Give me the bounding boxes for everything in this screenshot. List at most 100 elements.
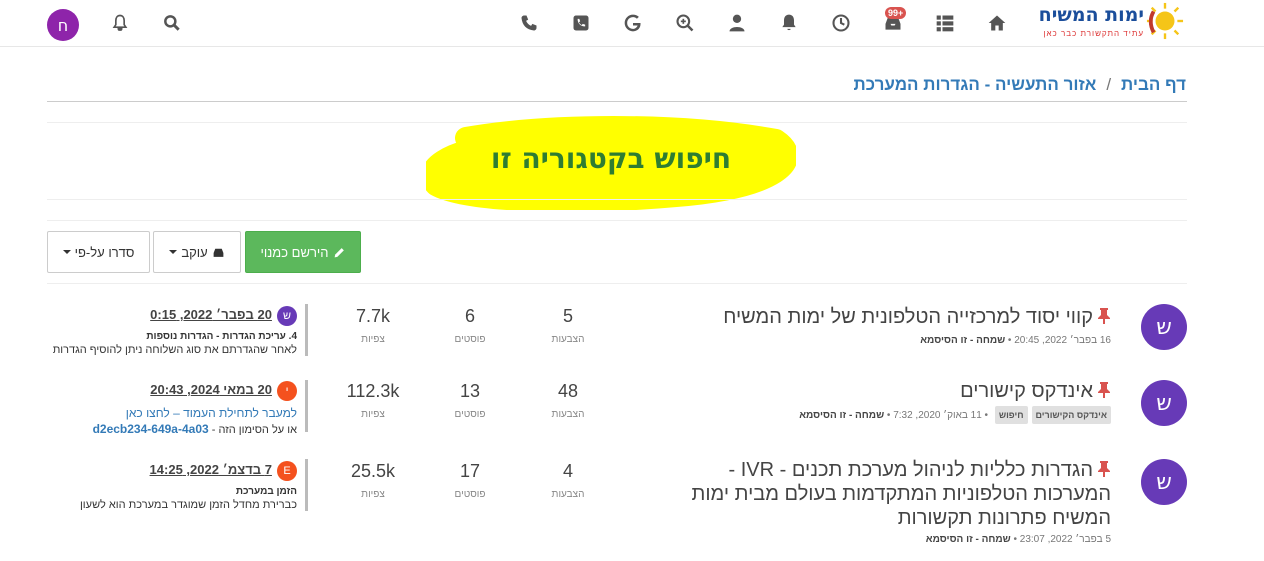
clock-icon[interactable]: [829, 11, 853, 35]
topic-title[interactable]: קווי יסוד למרכזייה הטלפונית של ימות המשי…: [723, 306, 1111, 329]
posts-stat: 17 פוסטים: [430, 461, 510, 500]
topic-meta: 16 בפבר׳ 2022, 20:45 • שמחה - זו הסיסמא: [920, 335, 1111, 346]
logo-title: ימות המשיח: [1038, 4, 1144, 26]
divider: [47, 101, 1187, 102]
votes-label: הצבעות: [551, 489, 585, 500]
topic-author-avatar[interactable]: ש: [1141, 304, 1187, 350]
topic-author[interactable]: שמחה - זו הסיסמא: [926, 534, 1011, 545]
topic-author-avatar[interactable]: ש: [1141, 459, 1187, 505]
search-in-category-heading[interactable]: חיפוש בקטגוריה זו: [426, 142, 796, 175]
caret-down-icon: [169, 250, 178, 254]
user-icon[interactable]: [725, 11, 749, 35]
views-count: 25.5k: [350, 461, 396, 481]
last-post-line[interactable]: 4. עריכת הגדרות - הגדרות נוספות: [47, 331, 297, 342]
votes-label: הצבעות: [551, 334, 585, 345]
phone-square-icon[interactable]: [569, 11, 593, 35]
topic-date: 16 בפבר׳ 2022, 20:45: [1014, 335, 1111, 346]
posts-label: פוסטים: [454, 489, 486, 500]
posts-count: 6: [464, 306, 475, 326]
topic-date: 11 באוק׳ 2020, 7:32: [893, 410, 982, 421]
watch-button-label: עוקב: [181, 244, 208, 260]
stats-divider: [305, 459, 308, 511]
google-icon[interactable]: [621, 11, 645, 35]
posts-count: 13: [459, 381, 481, 401]
views-count: 112.3k: [346, 381, 400, 401]
last-poster-avatar[interactable]: ש: [277, 306, 297, 326]
last-post-time-link[interactable]: 20 בפבר׳ 2022, 0:15: [150, 307, 272, 322]
posts-label: פוסטים: [454, 409, 486, 420]
breadcrumb-separator: /: [1106, 75, 1112, 94]
bell-icon[interactable]: [777, 11, 801, 35]
last-post-teaser: ש 20 בפבר׳ 2022, 0:15 4. עריכת הגדרות - …: [47, 306, 297, 356]
views-label: צפיות: [361, 489, 385, 500]
anchor-link[interactable]: d2ecb234-649a-4a03: [93, 422, 209, 436]
topic-author[interactable]: שמחה - זו הסיסמא: [799, 410, 884, 421]
inbox-icon[interactable]: 99+: [881, 7, 907, 35]
zoom-in-icon[interactable]: [673, 11, 697, 35]
last-post-time-link[interactable]: 7 בדצמ׳ 2022, 14:25: [150, 462, 272, 477]
votes-count: 4: [562, 461, 573, 481]
user-avatar[interactable]: ח: [47, 9, 79, 41]
sort-button-label: סדרו על-פי: [74, 244, 135, 260]
views-label: צפיות: [361, 334, 385, 345]
topic-date: 5 בפבר׳ 2022, 23:07: [1019, 534, 1111, 545]
tag-badge[interactable]: אינדקס הקישורים: [1031, 406, 1111, 424]
pin-icon: [1098, 382, 1110, 398]
top-navbar: ימות המשיח עתיד התקשורת כבר כאן 99+ ח: [0, 0, 1264, 47]
topic-author-avatar[interactable]: ש: [1141, 380, 1187, 426]
views-stat: 25.5k צפיות: [333, 461, 413, 500]
home-icon[interactable]: [985, 11, 1009, 35]
last-post-teaser: E 7 בדצמ׳ 2022, 14:25 הזמן במערכת כברירת…: [47, 461, 297, 511]
last-post-link[interactable]: למעבר לתחילת העמוד – לחצו כאן: [47, 406, 297, 420]
inbox-icon: [213, 248, 224, 257]
views-count: 7.7k: [355, 306, 391, 326]
divider: [47, 199, 1187, 200]
posts-count: 17: [459, 461, 481, 481]
topic-title[interactable]: הגדרות כלליות לניהול מערכת תכנים - IVR -…: [691, 458, 1111, 530]
phone-icon[interactable]: [517, 11, 541, 35]
views-label: צפיות: [361, 409, 385, 420]
votes-stat: 5 הצבעות: [528, 306, 608, 345]
breadcrumb-current[interactable]: אזור התעשיה - הגדרות המערכת: [853, 75, 1096, 94]
topic-meta: אינדקס הקישוריםחיפוש • 11 באוק׳ 2020, 7:…: [799, 406, 1111, 424]
votes-count: 5: [562, 306, 573, 326]
pencil-icon: [334, 247, 344, 257]
views-stat: 7.7k צפיות: [333, 306, 413, 345]
breadcrumb-home-link[interactable]: דף הבית: [1121, 75, 1186, 94]
stats-divider: [305, 304, 308, 356]
topic-author[interactable]: שמחה - זו הסיסמא: [920, 335, 1005, 346]
sun-phone-logo-icon: [1146, 2, 1184, 40]
last-poster-avatar[interactable]: E: [277, 461, 297, 481]
search-icon[interactable]: [160, 11, 184, 35]
divider: [47, 220, 1187, 221]
tag-badge[interactable]: חיפוש: [994, 406, 1028, 424]
last-post-line[interactable]: הזמן במערכת: [47, 486, 297, 497]
stats-divider: [305, 380, 308, 432]
watch-dropdown-button[interactable]: עוקב: [153, 231, 241, 273]
last-post-time-link[interactable]: 20 במאי 2024, 20:43: [150, 382, 272, 397]
pin-icon: [1098, 461, 1110, 477]
sort-dropdown-button[interactable]: סדרו על-פי: [47, 231, 150, 273]
list-icon[interactable]: [933, 11, 957, 35]
votes-label: הצבעות: [551, 409, 585, 420]
last-poster-avatar[interactable]: י: [277, 381, 297, 401]
last-post-excerpt: לאחר שהגדרתם את סוג השלוחה ניתן להוסיף ה…: [52, 344, 297, 356]
topic-title[interactable]: אינדקס קישורים: [960, 380, 1111, 403]
notification-count-badge: 99+: [885, 7, 907, 19]
breadcrumb: דף הבית / אזור התעשיה - הגדרות המערכת: [853, 75, 1186, 95]
votes-stat: 48 הצבעות: [528, 381, 608, 420]
pin-icon: [1098, 308, 1110, 324]
posts-label: פוסטים: [454, 334, 486, 345]
topic-meta: 5 בפבר׳ 2022, 23:07 • שמחה - זו הסיסמא: [925, 534, 1111, 545]
caret-down-icon: [62, 250, 71, 254]
topic-title-text: אינדקס קישורים: [960, 380, 1093, 402]
site-logo[interactable]: ימות המשיח עתיד התקשורת כבר כאן: [1024, 0, 1186, 46]
last-post-excerpt: כברירת מחדל הזמן שמוגדר במערכת הוא לשעון: [79, 499, 297, 511]
views-stat: 112.3k צפיות: [333, 381, 413, 420]
last-post-teaser: י 20 במאי 2024, 20:43 למעבר לתחילת העמוד…: [47, 381, 297, 436]
notifications-bell-icon[interactable]: [108, 11, 132, 35]
subscribe-button[interactable]: הירשם כמנוי: [245, 231, 361, 273]
subscribe-button-label: הירשם כמנוי: [260, 244, 329, 260]
votes-stat: 4 הצבעות: [528, 461, 608, 500]
posts-stat: 13 פוסטים: [430, 381, 510, 420]
